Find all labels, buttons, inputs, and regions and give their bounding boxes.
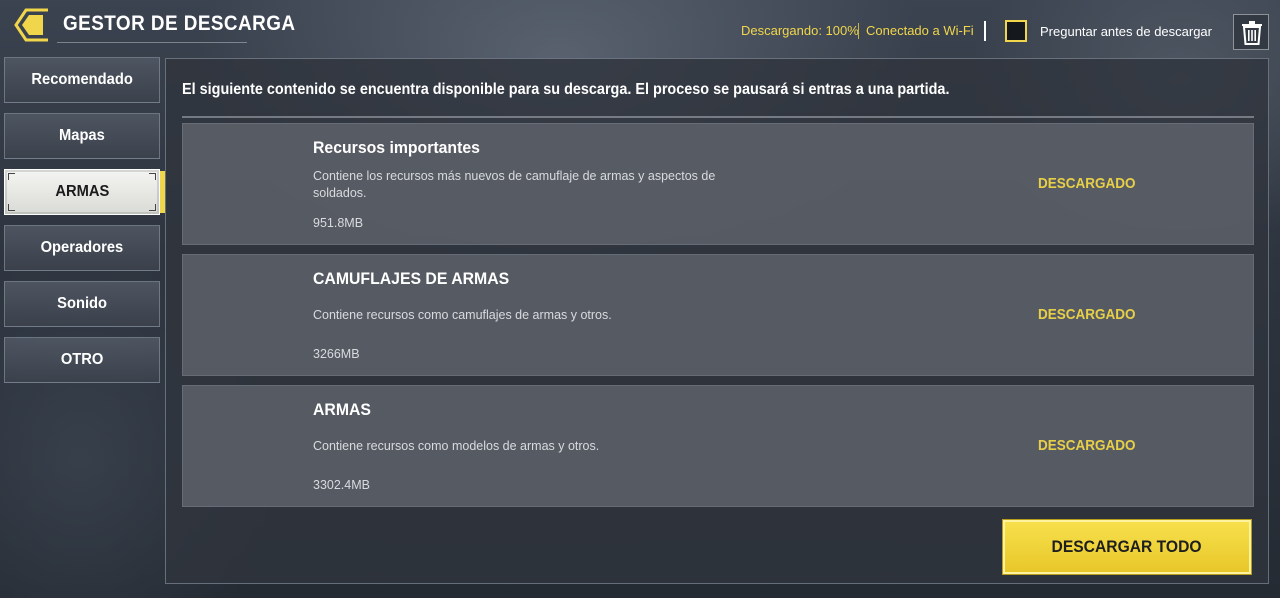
back-arrow-icon bbox=[14, 8, 48, 42]
item-status: DESCARGADO bbox=[1038, 437, 1136, 454]
sidebar-item-sonido[interactable]: Sonido bbox=[4, 281, 160, 327]
sidebar-item-label: Sonido bbox=[57, 295, 107, 312]
item-size: 3266MB bbox=[313, 347, 360, 361]
download-panel: El siguiente contenido se encuentra disp… bbox=[165, 58, 1269, 584]
item-size: 951.8MB bbox=[313, 216, 364, 230]
sidebar-item-armas[interactable]: ARMAS bbox=[4, 169, 165, 215]
item-title: Recursos importantes bbox=[313, 138, 480, 157]
item-description: Contiene recursos como camuflajes de arm… bbox=[313, 308, 612, 322]
item-status: DESCARGADO bbox=[1038, 306, 1136, 323]
item-description: Contiene los recursos más nuevos de camu… bbox=[313, 169, 716, 200]
item-title: CAMUFLAJES DE ARMAS bbox=[313, 269, 510, 288]
sidebar-item-label: Recomendado bbox=[31, 71, 133, 88]
download-item[interactable]: CAMUFLAJES DE ARMAS Contiene recursos co… bbox=[182, 254, 1254, 376]
sidebar-item-label: Operadores bbox=[40, 239, 124, 256]
back-button[interactable] bbox=[14, 8, 52, 42]
item-title: ARMAS bbox=[313, 400, 371, 419]
sidebar-item-label: Mapas bbox=[59, 127, 105, 144]
sidebar-item-operadores[interactable]: Operadores bbox=[4, 225, 160, 271]
trash-icon bbox=[1242, 21, 1262, 45]
download-item[interactable]: ARMAS Contiene recursos como modelos de … bbox=[182, 385, 1254, 507]
connection-status: Conectado a Wi-Fi bbox=[866, 23, 974, 38]
sidebar-item-otro[interactable]: OTRO bbox=[4, 337, 160, 383]
item-size: 3302.4MB bbox=[313, 478, 370, 492]
download-all-label: DESCARGAR TODO bbox=[1051, 537, 1203, 556]
corner-mark bbox=[149, 204, 156, 211]
download-all-button[interactable]: DESCARGAR TODO bbox=[1002, 519, 1252, 575]
delete-button[interactable] bbox=[1233, 14, 1269, 50]
title-box: GESTOR DE DESCARGA bbox=[57, 6, 295, 43]
sidebar-item-mapas[interactable]: Mapas bbox=[4, 113, 160, 159]
sidebar-item-recomendado[interactable]: Recomendado bbox=[4, 57, 160, 103]
item-status: DESCARGADO bbox=[1038, 175, 1136, 192]
download-status: Descargando: 100% bbox=[741, 23, 859, 38]
ask-before-download-checkbox[interactable] bbox=[1005, 20, 1027, 42]
intro-text: El siguiente contenido se encuentra disp… bbox=[182, 81, 950, 98]
download-item[interactable]: Recursos importantes Contiene los recurs… bbox=[182, 123, 1254, 245]
sidebar-item-label: ARMAS bbox=[55, 183, 109, 200]
header: GESTOR DE DESCARGA Descargando: 100% Con… bbox=[0, 0, 1280, 56]
status-divider bbox=[858, 23, 859, 39]
ask-before-download-label: Preguntar antes de descargar bbox=[1040, 24, 1212, 39]
header-divider bbox=[984, 21, 986, 41]
page-title: GESTOR DE DESCARGA bbox=[63, 12, 296, 35]
item-description: Contiene recursos como modelos de armas … bbox=[313, 439, 600, 453]
divider bbox=[182, 116, 1254, 118]
sidebar-item-label: OTRO bbox=[60, 351, 104, 368]
corner-mark bbox=[149, 173, 156, 180]
corner-mark bbox=[8, 173, 15, 180]
corner-mark bbox=[8, 204, 15, 211]
